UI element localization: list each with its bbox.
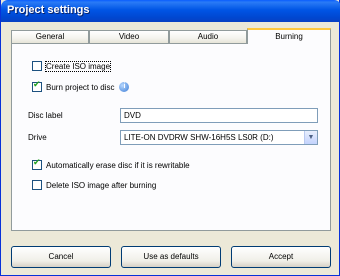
title-bar[interactable]: Project settings bbox=[1, 0, 340, 22]
tab-video[interactable]: Video bbox=[89, 30, 169, 43]
disc-label-input[interactable]: DVD bbox=[120, 108, 318, 123]
tab-burning[interactable]: Burning bbox=[247, 28, 331, 44]
disc-label-caption: Disc label bbox=[28, 111, 63, 120]
auto-erase-option[interactable]: Automatically erase disc if it is rewrit… bbox=[32, 158, 190, 171]
create-iso-label: Create ISO image bbox=[44, 60, 112, 72]
delete-iso-label: Delete ISO image after burning bbox=[46, 180, 157, 190]
create-iso-checkbox[interactable] bbox=[32, 61, 42, 71]
burn-project-checkbox[interactable] bbox=[32, 80, 42, 92]
cancel-button[interactable]: Cancel bbox=[11, 246, 111, 268]
drive-select[interactable]: LITE-ON DVDRW SHW-16H5S LS0R (D:) ▼ bbox=[120, 130, 318, 145]
burn-project-label: Burn project to disc bbox=[46, 82, 115, 92]
chevron-down-icon[interactable]: ▼ bbox=[304, 131, 317, 144]
tab-general[interactable]: General bbox=[11, 30, 89, 43]
delete-iso-checkbox[interactable] bbox=[32, 180, 42, 190]
project-settings-window: Project settings General Video Audio Bur… bbox=[0, 0, 340, 276]
drive-value: LITE-ON DVDRW SHW-16H5S LS0R (D:) bbox=[124, 133, 274, 142]
drive-caption: Drive bbox=[28, 133, 47, 142]
tab-audio[interactable]: Audio bbox=[169, 30, 247, 43]
accept-button[interactable]: Accept bbox=[231, 246, 331, 268]
create-iso-option[interactable]: Create ISO image bbox=[32, 60, 112, 72]
use-as-defaults-button[interactable]: Use as defaults bbox=[121, 246, 221, 268]
auto-erase-label: Automatically erase disc if it is rewrit… bbox=[46, 160, 190, 170]
tab-strip: General Video Audio Burning bbox=[11, 28, 331, 44]
window-title: Project settings bbox=[7, 4, 90, 16]
burning-panel: Create ISO image Burn project to disc i … bbox=[11, 43, 331, 231]
delete-iso-option[interactable]: Delete ISO image after burning bbox=[32, 179, 156, 191]
info-icon[interactable]: i bbox=[119, 82, 130, 92]
burn-project-option[interactable]: Burn project to disc i bbox=[32, 80, 130, 93]
auto-erase-checkbox[interactable] bbox=[32, 158, 42, 170]
